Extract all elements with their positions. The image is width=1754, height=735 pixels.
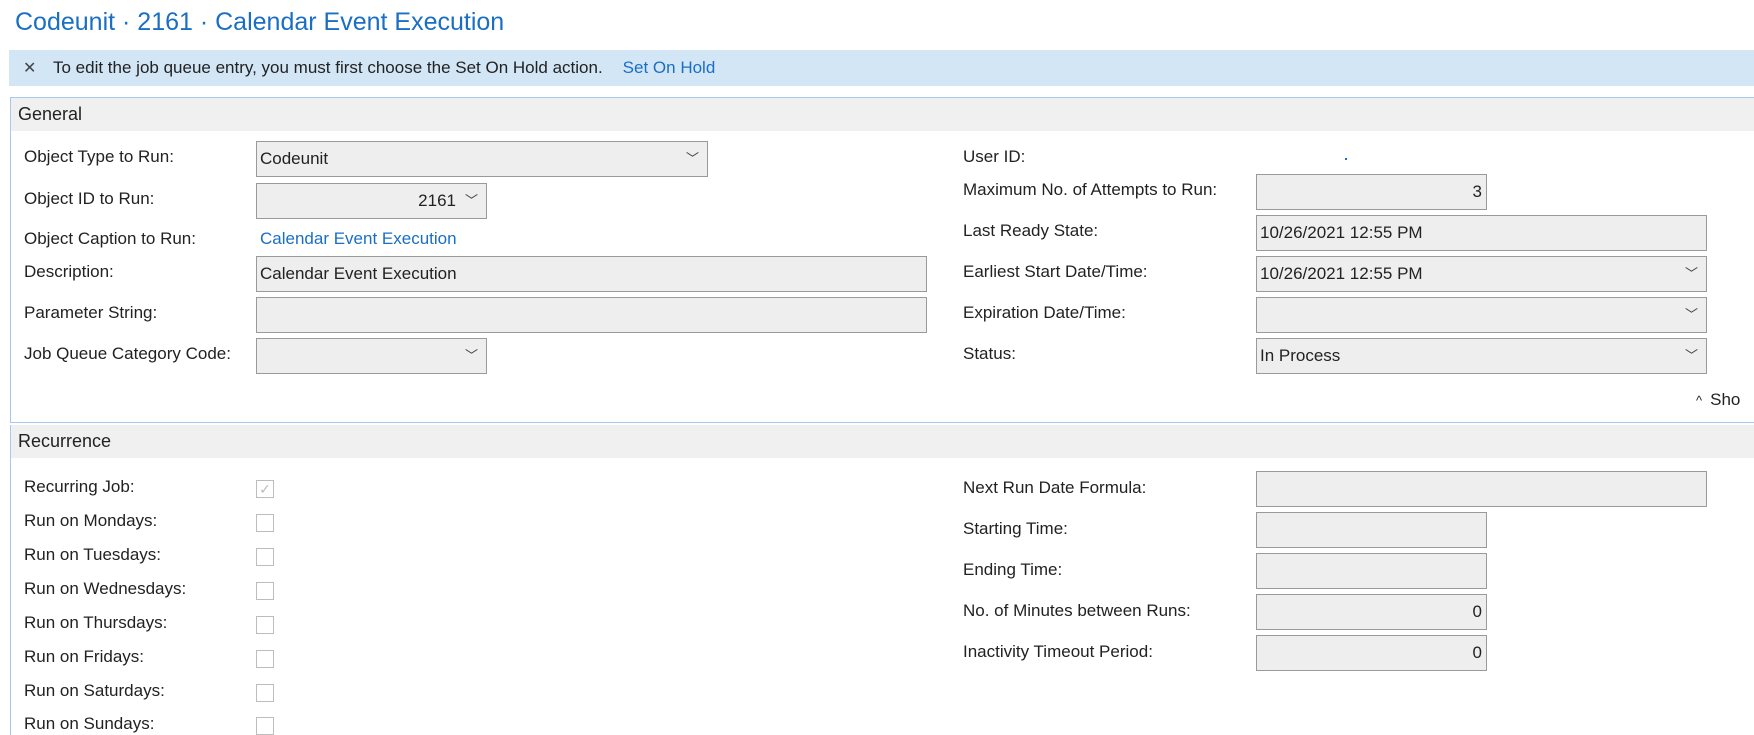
chevron-down-icon: ﹀ xyxy=(1684,348,1698,363)
max-attempts-input[interactable]: 3 xyxy=(1256,174,1487,210)
recurring-job-checkbox[interactable]: ✓ xyxy=(256,480,274,498)
object-caption-link[interactable]: Calendar Event Execution xyxy=(260,229,457,249)
description-input[interactable]: Calendar Event Execution xyxy=(256,256,927,292)
run-wednesdays-label: Run on Wednesdays: xyxy=(24,579,187,598)
starting-time-input[interactable] xyxy=(1256,512,1487,548)
ending-time-label: Ending Time: xyxy=(963,560,1063,579)
checkmark-icon: ✓ xyxy=(259,481,271,497)
object-caption-label: Object Caption to Run: xyxy=(24,229,196,248)
run-fridays-label: Run on Fridays: xyxy=(24,647,144,666)
run-tuesdays-label: Run on Tuesdays: xyxy=(24,545,162,564)
status-select[interactable]: In Process ﹀ xyxy=(1256,338,1707,374)
chevron-down-icon: ﹀ xyxy=(464,193,478,208)
max-attempts-value: 3 xyxy=(1472,182,1482,201)
last-ready-input[interactable]: 10/26/2021 12:55 PM xyxy=(1256,215,1707,251)
object-type-select[interactable]: Codeunit ﹀ xyxy=(256,141,708,177)
run-fridays-checkbox[interactable] xyxy=(256,650,274,668)
show-more-button[interactable]: ^ Sho xyxy=(1696,390,1740,410)
run-mondays-checkbox[interactable] xyxy=(256,514,274,532)
run-wednesdays-checkbox[interactable] xyxy=(256,582,274,600)
notification-banner: ✕ To edit the job queue entry, you must … xyxy=(9,50,1754,86)
description-value: Calendar Event Execution xyxy=(260,264,457,283)
earliest-start-input[interactable]: 10/26/2021 12:55 PM ﹀ xyxy=(1256,256,1707,292)
parameter-label: Parameter String: xyxy=(24,303,158,322)
object-type-value: Codeunit xyxy=(260,149,329,168)
close-icon[interactable]: ✕ xyxy=(23,58,43,78)
minutes-between-value: 0 xyxy=(1472,602,1482,621)
user-id-marker xyxy=(1345,158,1347,160)
caret-up-icon: ^ xyxy=(1696,393,1703,408)
minutes-between-input[interactable]: 0 xyxy=(1256,594,1487,630)
minutes-between-label: No. of Minutes between Runs: xyxy=(963,601,1191,620)
category-label: Job Queue Category Code: xyxy=(24,344,231,363)
run-sundays-label: Run on Sundays: xyxy=(24,714,155,733)
chevron-down-icon: ﹀ xyxy=(1684,307,1698,322)
run-thursdays-checkbox[interactable] xyxy=(256,616,274,634)
run-saturdays-checkbox[interactable] xyxy=(256,684,274,702)
next-run-input[interactable] xyxy=(1256,471,1707,507)
object-id-select[interactable]: 2161 ﹀ xyxy=(256,183,487,219)
ending-time-input[interactable] xyxy=(1256,553,1487,589)
last-ready-label: Last Ready State: xyxy=(963,221,1099,240)
run-mondays-label: Run on Mondays: xyxy=(24,511,158,530)
general-header[interactable]: General xyxy=(11,98,1754,131)
earliest-start-value: 10/26/2021 12:55 PM xyxy=(1260,264,1423,283)
max-attempts-label: Maximum No. of Attempts to Run: xyxy=(963,180,1218,199)
recurring-job-label: Recurring Job: xyxy=(24,477,135,496)
chevron-down-icon: ﹀ xyxy=(685,151,699,166)
object-type-label: Object Type to Run: xyxy=(24,147,174,166)
chevron-down-icon: ﹀ xyxy=(464,348,478,363)
run-tuesdays-checkbox[interactable] xyxy=(256,548,274,566)
show-more-label: Sho xyxy=(1710,390,1741,409)
status-value: In Process xyxy=(1260,346,1341,365)
page-title: Codeunit · 2161 · Calendar Event Executi… xyxy=(15,8,505,36)
expiration-label: Expiration Date/Time: xyxy=(963,303,1126,322)
inactivity-input[interactable]: 0 xyxy=(1256,635,1487,671)
set-on-hold-link[interactable]: Set On Hold xyxy=(623,58,716,78)
next-run-label: Next Run Date Formula: xyxy=(963,478,1147,497)
run-thursdays-label: Run on Thursdays: xyxy=(24,613,168,632)
inactivity-label: Inactivity Timeout Period: xyxy=(963,642,1153,661)
run-sundays-checkbox[interactable] xyxy=(256,717,274,735)
run-saturdays-label: Run on Saturdays: xyxy=(24,681,165,700)
last-ready-value: 10/26/2021 12:55 PM xyxy=(1260,223,1423,242)
earliest-start-label: Earliest Start Date/Time: xyxy=(963,262,1148,281)
chevron-down-icon: ﹀ xyxy=(1684,266,1698,281)
user-id-label: User ID: xyxy=(963,147,1026,166)
banner-message: To edit the job queue entry, you must fi… xyxy=(53,58,603,77)
parameter-input[interactable] xyxy=(256,297,927,333)
inactivity-value: 0 xyxy=(1472,643,1482,662)
recurrence-header[interactable]: Recurrence xyxy=(11,425,1754,458)
starting-time-label: Starting Time: xyxy=(963,519,1068,538)
description-label: Description: xyxy=(24,262,114,281)
category-select[interactable]: ﹀ xyxy=(256,338,487,374)
object-id-label: Object ID to Run: xyxy=(24,189,155,208)
expiration-input[interactable]: ﹀ xyxy=(1256,297,1707,333)
object-id-value: 2161 xyxy=(418,191,456,210)
status-label: Status: xyxy=(963,344,1016,363)
